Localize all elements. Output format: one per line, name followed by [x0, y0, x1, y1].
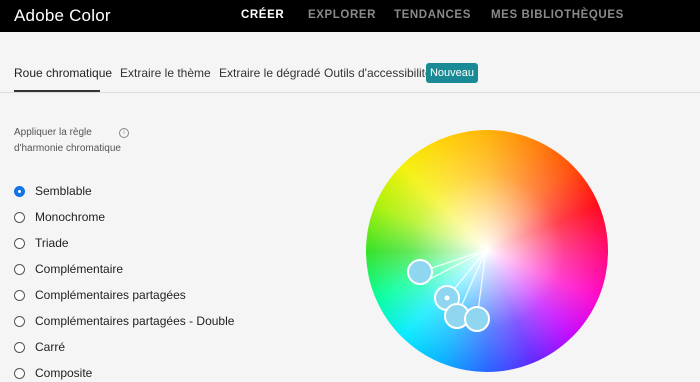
- harmony-option-label: Complémentaires partagées: [35, 288, 186, 302]
- color-handle[interactable]: [464, 306, 490, 332]
- harmony-option-label: Monochrome: [35, 210, 106, 224]
- tab-roue-chromatique[interactable]: Roue chromatique: [14, 66, 112, 80]
- color-handle[interactable]: [407, 259, 433, 285]
- radio-button[interactable]: [14, 185, 25, 197]
- harmony-option-label: Complémentaires partagées - Double: [35, 314, 235, 328]
- base-color-marker: [444, 295, 450, 301]
- harmony-rule-label: Appliquer la règle d'harmonie chromatiqu…: [14, 127, 121, 154]
- nav-creer[interactable]: CRÉER: [241, 9, 284, 21]
- harmony-option[interactable]: Semblable: [14, 182, 92, 200]
- harmony-option[interactable]: Monochrome: [14, 208, 105, 226]
- tab-extraire-degrade[interactable]: Extraire le dégradé: [219, 66, 320, 80]
- harmony-option[interactable]: Carré: [14, 338, 65, 356]
- harmony-option-label: Carré: [35, 340, 66, 354]
- harmony-option[interactable]: Complémentaires partagées: [14, 286, 186, 304]
- nav-tendances[interactable]: TENDANCES: [394, 9, 471, 21]
- info-icon[interactable]: i: [119, 128, 129, 138]
- active-tab-indicator: [14, 90, 100, 92]
- radio-button[interactable]: [14, 263, 25, 275]
- radio-button[interactable]: [14, 367, 25, 379]
- harmony-option[interactable]: Complémentaires partagées - Double: [14, 312, 234, 330]
- top-bar: Adobe Color CRÉER EXPLORER TENDANCES MES…: [0, 0, 700, 32]
- radio-button[interactable]: [14, 237, 25, 249]
- tool-tabs: Roue chromatique Extraire le thème Extra…: [0, 32, 700, 93]
- harmony-option[interactable]: Triade: [14, 234, 69, 252]
- harmony-option-label: Triade: [35, 236, 69, 250]
- radio-button[interactable]: [14, 341, 25, 353]
- tab-extraire-theme[interactable]: Extraire le thème: [120, 66, 211, 80]
- harmony-option-label: Complémentaire: [35, 262, 124, 276]
- color-handles: [407, 249, 490, 332]
- radio-button[interactable]: [14, 315, 25, 327]
- nav-explorer[interactable]: EXPLORER: [308, 9, 376, 21]
- harmony-option[interactable]: Composite: [14, 364, 92, 382]
- harmony-option-label: Composite: [35, 366, 93, 380]
- radio-button[interactable]: [14, 211, 25, 223]
- color-wheel[interactable]: [366, 130, 608, 372]
- harmony-option-label: Semblable: [35, 184, 92, 198]
- harmony-option[interactable]: Complémentaire: [14, 260, 123, 278]
- radio-button[interactable]: [14, 289, 25, 301]
- nav-mes-bibliotheques[interactable]: MES BIBLIOTHÈQUES: [491, 9, 624, 21]
- app-logo[interactable]: Adobe Color: [14, 6, 111, 26]
- tab-outils-accessibilite[interactable]: Outils d'accessibilité: [324, 66, 432, 80]
- new-badge: Nouveau: [426, 63, 478, 83]
